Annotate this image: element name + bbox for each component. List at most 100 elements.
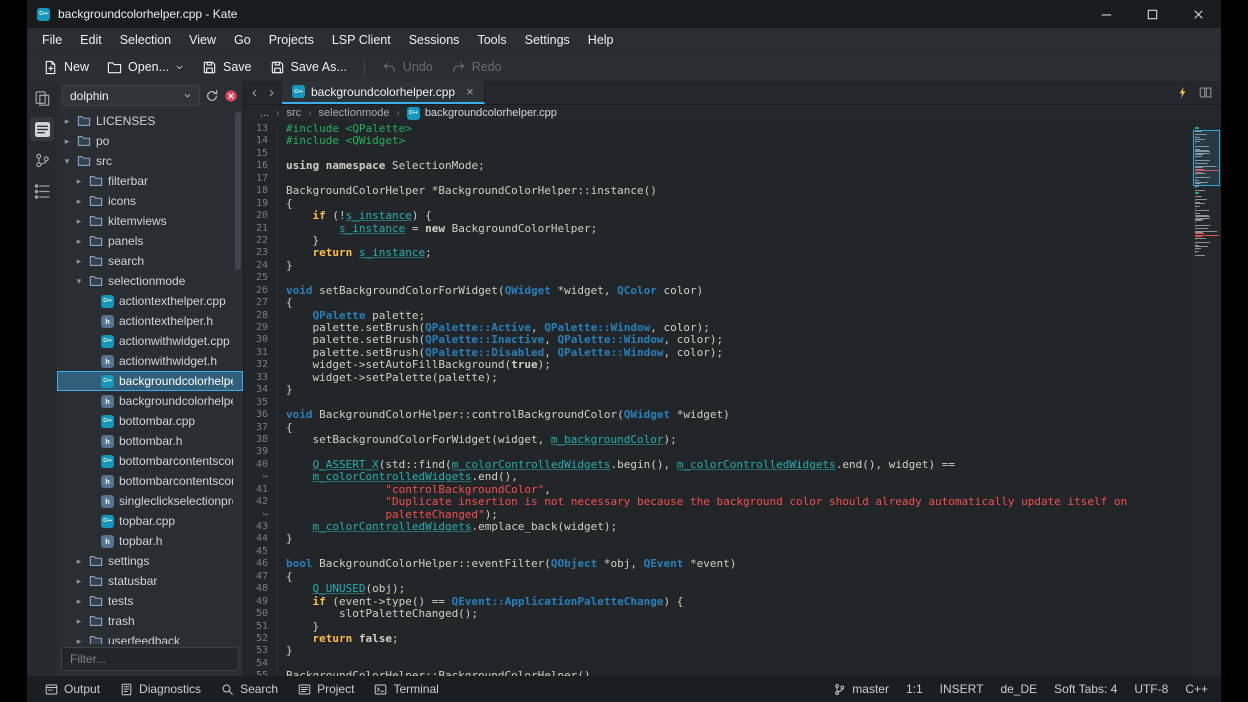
tool-button-documents[interactable]: [30, 86, 54, 110]
tree-item[interactable]: hbottombar.h: [57, 431, 243, 451]
code-line[interactable]: #include <QPalette>: [286, 123, 1221, 135]
close-button[interactable]: [1175, 0, 1221, 28]
open-button[interactable]: Open...: [99, 56, 192, 79]
code-line[interactable]: void setBackgroundColorForWidget(QWidget…: [286, 285, 1221, 297]
menu-go[interactable]: Go: [225, 30, 260, 50]
tree-item[interactable]: ▸filterbar: [57, 171, 243, 191]
tree-item[interactable]: ▸icons: [57, 191, 243, 211]
code-line[interactable]: "Duplicate insertion is not necessary be…: [286, 496, 1221, 508]
code-line[interactable]: {: [286, 198, 1221, 210]
code-line[interactable]: palette.setBrush(QPalette::Inactive, QPa…: [286, 334, 1221, 346]
code-line[interactable]: [286, 272, 1221, 284]
code-line[interactable]: }: [286, 260, 1221, 272]
code-line[interactable]: return false;: [286, 633, 1221, 645]
code-line[interactable]: if (event->type() == QEvent::Application…: [286, 596, 1221, 608]
code-line[interactable]: palette.setBrush(QPalette::Active, QPale…: [286, 322, 1221, 334]
code-line[interactable]: widget->setAutoFillBackground(true);: [286, 359, 1221, 371]
menu-selection[interactable]: Selection: [111, 30, 180, 50]
menu-sessions[interactable]: Sessions: [400, 30, 469, 50]
code-line[interactable]: [286, 658, 1221, 670]
tree-item[interactable]: ▸panels: [57, 231, 243, 251]
split-view-icon[interactable]: [1199, 86, 1212, 99]
menu-edit[interactable]: Edit: [71, 30, 111, 50]
tree-item[interactable]: ▸trash: [57, 611, 243, 631]
code-line[interactable]: #include <QWidget>: [286, 135, 1221, 147]
code-line[interactable]: [286, 173, 1221, 185]
tab-close-icon[interactable]: ×: [466, 84, 474, 99]
code-line[interactable]: Q_UNUSED(obj);: [286, 583, 1221, 595]
filter-input[interactable]: [61, 647, 239, 671]
code-line[interactable]: m_colorControlledWidgets.emplace_back(wi…: [286, 521, 1221, 533]
tree-item[interactable]: C++backgroundcolorhelper.c...: [57, 371, 243, 391]
code-line[interactable]: using namespace SelectionMode;: [286, 160, 1221, 172]
new-button[interactable]: New: [35, 56, 97, 79]
nav-forward-icon[interactable]: ›: [269, 84, 274, 101]
code-line[interactable]: BackgroundColorHelper::BackgroundColorHe…: [286, 670, 1221, 676]
code-line[interactable]: [286, 446, 1221, 458]
tree-item[interactable]: ▸settings: [57, 551, 243, 571]
statusbar-de-de[interactable]: de_DE: [1000, 682, 1037, 696]
statusbar-utf-8[interactable]: UTF-8: [1134, 682, 1168, 696]
code-line[interactable]: if (!s_instance) {: [286, 210, 1221, 222]
menu-file[interactable]: File: [33, 30, 71, 50]
save-button[interactable]: Save: [194, 56, 260, 79]
code-area[interactable]: 13#include <QPalette>14#include <QWidget…: [244, 122, 1221, 676]
statusbar-search-button[interactable]: Search: [212, 679, 287, 699]
statusbar-terminal-button[interactable]: Terminal: [365, 679, 447, 699]
code-line[interactable]: slotPaletteChanged();: [286, 608, 1221, 620]
menu-tools[interactable]: Tools: [468, 30, 515, 50]
breadcrumb-item[interactable]: selectionmode: [319, 107, 390, 119]
breadcrumb-item[interactable]: src: [287, 107, 302, 119]
titlebar[interactable]: C++ backgroundcolorhelper.cpp - Kate: [27, 0, 1221, 28]
project-selector[interactable]: dolphin: [62, 85, 200, 106]
menu-projects[interactable]: Projects: [260, 30, 323, 50]
menu-lsp-client[interactable]: LSP Client: [323, 30, 400, 50]
code-line[interactable]: bool BackgroundColorHelper::eventFilter(…: [286, 558, 1221, 570]
code-line[interactable]: {: [286, 571, 1221, 583]
tree-item[interactable]: hbackgroundcolorhelper.h: [57, 391, 243, 411]
menu-settings[interactable]: Settings: [516, 30, 579, 50]
minimap-viewport[interactable]: [1193, 130, 1220, 186]
refresh-icon[interactable]: [205, 89, 219, 103]
statusbar-soft-tabs-4[interactable]: Soft Tabs: 4: [1054, 682, 1117, 696]
tree-item[interactable]: C++bottombar.cpp: [57, 411, 243, 431]
code-line[interactable]: Q_ASSERT_X(std::find(m_colorControlledWi…: [286, 459, 1221, 471]
tree-item[interactable]: ▸LICENSES: [57, 111, 243, 131]
tool-button-projects[interactable]: [30, 117, 54, 141]
tree-item[interactable]: ▸search: [57, 251, 243, 271]
tree-item[interactable]: ▾selectionmode: [57, 271, 243, 291]
statusbar-insert[interactable]: INSERT: [940, 682, 984, 696]
maximize-button[interactable]: [1129, 0, 1175, 28]
code-line[interactable]: void BackgroundColorHelper::controlBackg…: [286, 409, 1221, 421]
code-line[interactable]: [286, 546, 1221, 558]
tree-item[interactable]: hactionwithwidget.h: [57, 351, 243, 371]
code-line[interactable]: }: [286, 645, 1221, 657]
minimap-scrollbar[interactable]: [1191, 122, 1221, 676]
code-line[interactable]: [286, 397, 1221, 409]
tree-item[interactable]: htopbar.h: [57, 531, 243, 551]
tool-button-git[interactable]: [30, 148, 54, 172]
code-line[interactable]: BackgroundColorHelper *BackgroundColorHe…: [286, 185, 1221, 197]
menu-view[interactable]: View: [180, 30, 225, 50]
tree-item[interactable]: ▸userfeedback: [57, 631, 243, 644]
statusbar-1-1[interactable]: 1:1: [906, 682, 923, 696]
statusbar-master[interactable]: master: [833, 682, 889, 696]
tree-item[interactable]: ▸po: [57, 131, 243, 151]
statusbar-output-button[interactable]: Output: [36, 679, 109, 699]
code-line[interactable]: QPalette palette;: [286, 310, 1221, 322]
code-line[interactable]: }: [286, 533, 1221, 545]
nav-back-icon[interactable]: ‹: [252, 84, 257, 101]
close-project-icon[interactable]: [224, 89, 238, 103]
code-line[interactable]: {: [286, 297, 1221, 309]
tab-active[interactable]: C++ backgroundcolorhelper.cpp ×: [282, 81, 485, 104]
tree-item[interactable]: ▸tests: [57, 591, 243, 611]
statusbar-project-button[interactable]: Project: [289, 679, 363, 699]
menu-help[interactable]: Help: [579, 30, 623, 50]
code-line[interactable]: s_instance = new BackgroundColorHelper;: [286, 223, 1221, 235]
breadcrumb-item[interactable]: ...: [260, 107, 269, 119]
code-line[interactable]: m_colorControlledWidgets.end(),: [286, 471, 1221, 483]
code-line[interactable]: widget->setPalette(palette);: [286, 372, 1221, 384]
code-line[interactable]: "controlBackgroundColor",: [286, 484, 1221, 496]
code-line[interactable]: {: [286, 422, 1221, 434]
tree-item[interactable]: hactiontexthelper.h: [57, 311, 243, 331]
